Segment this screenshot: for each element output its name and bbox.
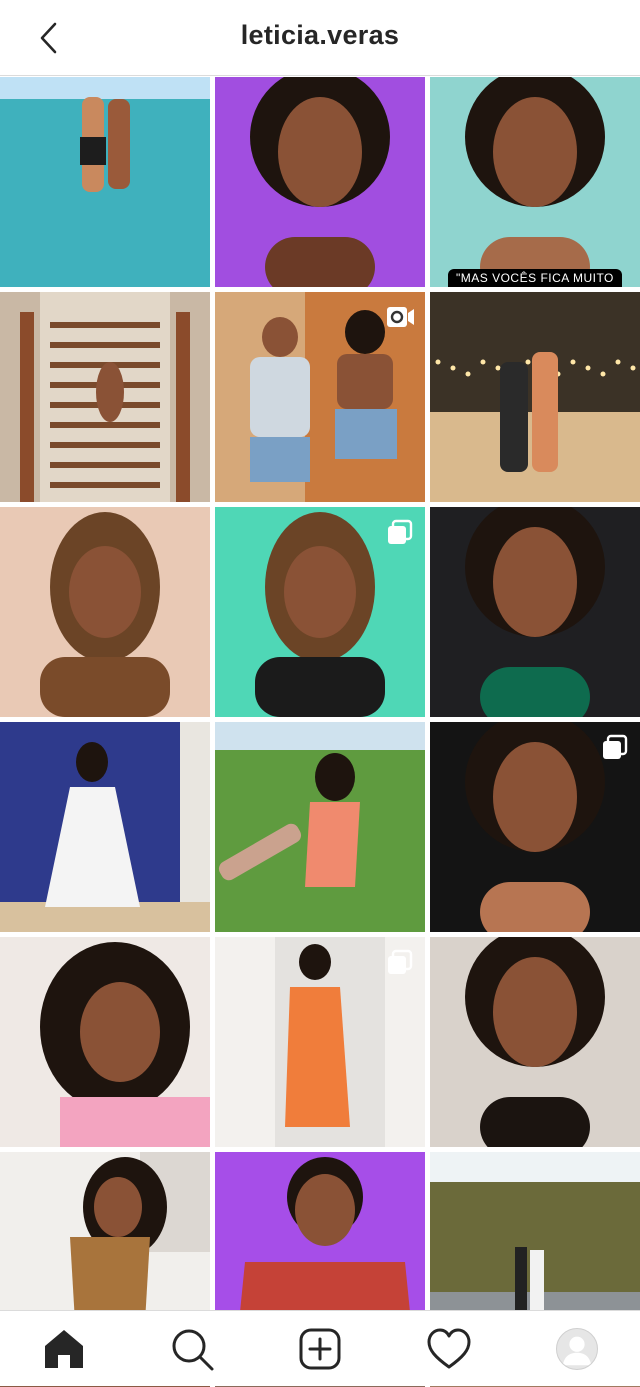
carousel-icon <box>388 949 413 974</box>
post-thumbnail <box>430 292 640 502</box>
bottom-navigation <box>0 1310 640 1386</box>
top-bar: leticia.veras <box>0 0 640 76</box>
avatar-icon <box>562 1336 592 1366</box>
igtv-icon <box>387 307 414 327</box>
home-icon <box>45 1330 83 1368</box>
heart-icon <box>427 1328 471 1369</box>
post-thumbnail <box>430 77 640 287</box>
post-thumbnail <box>0 937 210 1147</box>
post-thumbnail <box>430 507 640 717</box>
nav-profile-button[interactable] <box>556 1328 598 1370</box>
post-thumbnail <box>0 507 210 717</box>
grid-post[interactable] <box>430 507 640 717</box>
nav-new-post-button[interactable] <box>296 1325 344 1373</box>
grid-post[interactable] <box>215 507 425 717</box>
grid-post[interactable] <box>215 722 425 932</box>
post-thumbnail <box>0 292 210 502</box>
post-thumbnail <box>0 722 210 932</box>
nav-search-button[interactable] <box>168 1325 216 1373</box>
grid-post[interactable] <box>215 937 425 1147</box>
post-caption-overlay: "MAS VOCÊS FICA MUITO <box>448 269 622 287</box>
profile-username: leticia.veras <box>240 20 400 50</box>
grid-post[interactable] <box>430 722 640 932</box>
carousel-icon <box>603 734 628 759</box>
post-thumbnail <box>215 77 425 287</box>
post-thumbnail <box>430 937 640 1147</box>
grid-post[interactable] <box>0 77 210 287</box>
post-thumbnail <box>0 77 210 287</box>
grid-post[interactable] <box>0 937 210 1147</box>
grid-post[interactable] <box>430 937 640 1147</box>
nav-activity-button[interactable] <box>425 1325 473 1373</box>
post-thumbnail <box>215 722 425 932</box>
grid-post[interactable] <box>215 77 425 287</box>
grid-post[interactable] <box>0 507 210 717</box>
carousel-icon <box>388 519 413 544</box>
add-post-icon <box>299 1328 341 1370</box>
search-icon <box>172 1329 214 1371</box>
grid-post[interactable] <box>430 292 640 502</box>
grid-post[interactable] <box>0 722 210 932</box>
grid-post[interactable]: "MAS VOCÊS FICA MUITO <box>430 77 640 287</box>
grid-post[interactable] <box>215 292 425 502</box>
posts-grid: "MAS VOCÊS FICA MUITO <box>0 77 640 1387</box>
nav-home-button[interactable] <box>40 1325 88 1373</box>
grid-post[interactable] <box>0 292 210 502</box>
